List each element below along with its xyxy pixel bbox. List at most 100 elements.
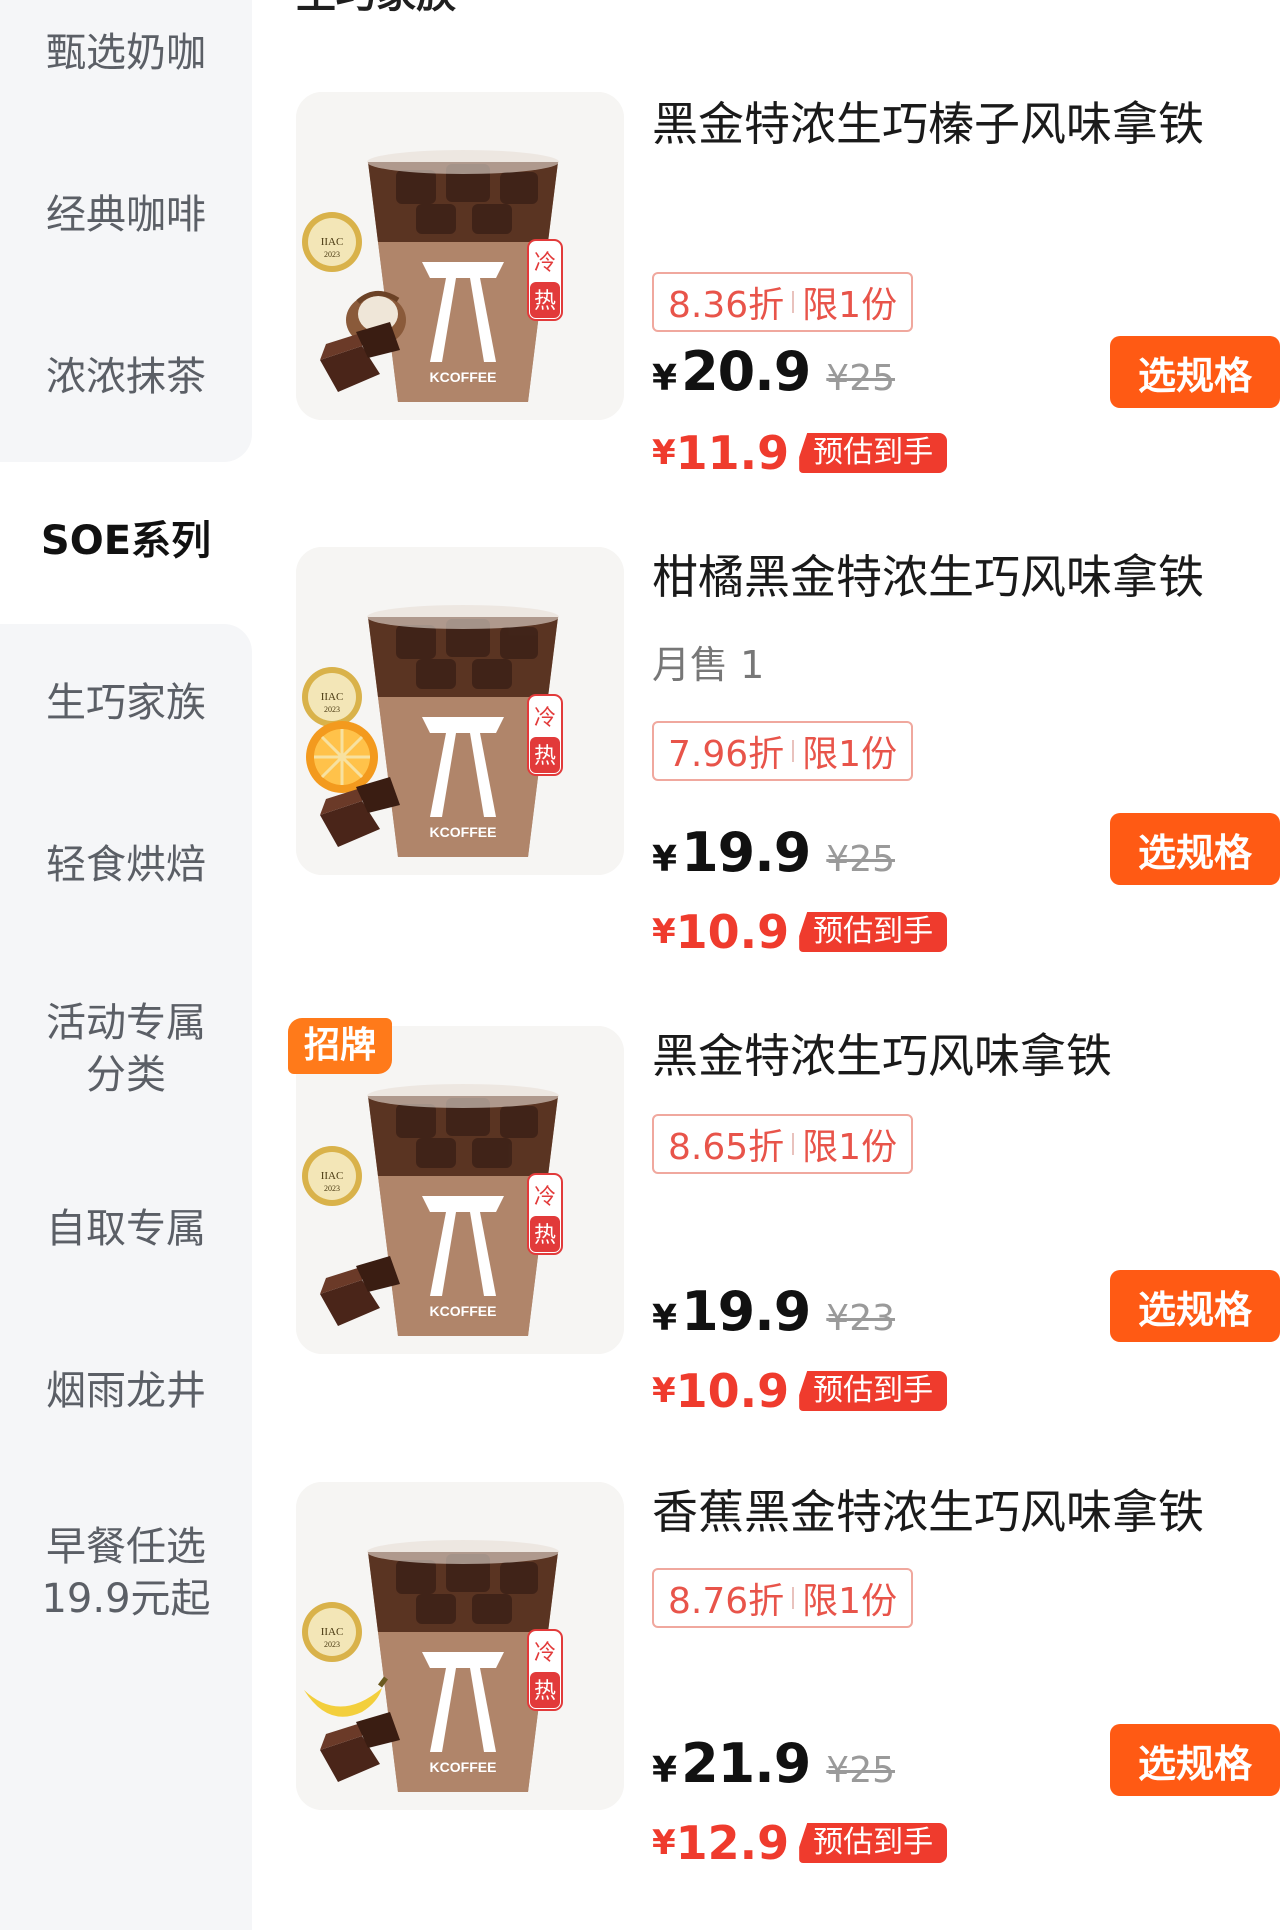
discount-limit: 限1份 <box>802 734 898 775</box>
sidebar-item-label: 早餐任选 <box>46 1524 206 1570</box>
discount-tag: 8.36折 限1份 <box>652 272 914 332</box>
estimated-label: 预估到手 <box>799 433 948 473</box>
product-name: 黑金特浓生巧榛子风味拿铁 <box>652 97 1204 151</box>
estimated-price: 12.9 <box>675 1816 790 1870</box>
product-list: 生巧家族 IIAC 2023 KCOFFEE 冷 热 黑金特浓生巧榛子风味拿铁 … <box>252 0 1280 1930</box>
medal-icon: IIAC 2023 <box>302 212 362 272</box>
current-price: 20.9 <box>681 340 811 403</box>
currency-symbol: ¥ <box>652 1371 676 1411</box>
sidebar-bg-bottom <box>0 624 252 1930</box>
product-image[interactable]: IIAC 2023 KCOFFEE 冷 热 <box>296 92 624 420</box>
estimated-label: 预估到手 <box>799 1823 948 1863</box>
original-price: ¥25 <box>826 358 896 399</box>
sidebar-item-chocolate-family[interactable]: 生巧家族 <box>0 677 252 729</box>
sidebar-item-bakery[interactable]: 轻食烘焙 <box>0 839 252 891</box>
sidebar-item-label: 活动专属 <box>46 1000 206 1046</box>
sidebar-item-soe-series[interactable]: SOE系列 <box>0 515 252 567</box>
section-title: 生巧家族 <box>296 0 456 16</box>
sidebar-item-breakfast[interactable]: 早餐任选 19.9元起 <box>0 1521 252 1625</box>
discount-limit: 限1份 <box>802 1581 898 1622</box>
discount-limit: 限1份 <box>802 1127 898 1168</box>
svg-text:冷: 冷 <box>534 251 556 276</box>
sidebar-item-label-2: 19.9元起 <box>41 1576 211 1622</box>
orange-slice-icon <box>306 721 378 793</box>
currency-symbol: ¥ <box>652 839 678 880</box>
price-row: ¥19.9 ¥23 <box>652 1280 895 1343</box>
estimated-price: 10.9 <box>675 1364 790 1418</box>
svg-text:冷: 冷 <box>534 706 556 731</box>
estimated-price-row: ¥12.9 预估到手 <box>652 1816 948 1870</box>
current-price: 19.9 <box>681 821 811 884</box>
product-card[interactable]: 招牌 IIAC 2023 KCOFFEE 冷 热 黑金特浓生巧风味拿铁 8.65… <box>288 1018 1280 1426</box>
svg-text:KCOFFEE: KCOFFEE <box>430 1303 497 1319</box>
currency-symbol: ¥ <box>652 912 676 952</box>
svg-text:热: 热 <box>534 1679 556 1704</box>
estimated-price: 10.9 <box>675 905 790 959</box>
original-price: ¥23 <box>826 1298 896 1339</box>
iced-latte-cup-image: IIAC 2023 KCOFFEE 冷 热 <box>296 1026 624 1354</box>
svg-text:IIAC: IIAC <box>321 691 344 703</box>
signature-badge: 招牌 <box>288 1018 393 1074</box>
original-price: ¥25 <box>826 839 896 880</box>
estimated-price: 11.9 <box>675 426 790 480</box>
svg-text:IIAC: IIAC <box>321 1626 344 1638</box>
discount-rate: 8.76折 <box>668 1581 785 1622</box>
currency-symbol: ¥ <box>652 1750 678 1791</box>
svg-text:2023: 2023 <box>324 1184 340 1193</box>
iced-latte-cup-image: IIAC 2023 KCOFFEE 冷 热 <box>296 547 624 875</box>
medal-icon: IIAC 2023 <box>302 1146 362 1206</box>
sidebar-item-matcha[interactable]: 浓浓抹茶 <box>0 351 252 403</box>
price-row: ¥21.9 ¥25 <box>652 1732 895 1795</box>
svg-text:2023: 2023 <box>324 1640 340 1649</box>
sidebar-item-longjing[interactable]: 烟雨龙井 <box>0 1365 252 1417</box>
original-price: ¥25 <box>826 1750 896 1791</box>
select-spec-button[interactable]: 选规格 <box>1110 813 1280 885</box>
svg-text:冷: 冷 <box>534 1185 556 1210</box>
svg-text:2023: 2023 <box>324 250 340 259</box>
sidebar-item-pickup-exclusive[interactable]: 自取专属 <box>0 1203 252 1255</box>
sidebar-item-classic-coffee[interactable]: 经典咖啡 <box>0 189 252 241</box>
svg-text:KCOFFEE: KCOFFEE <box>430 824 497 840</box>
discount-tag: 7.96折 限1份 <box>652 721 914 781</box>
currency-symbol: ¥ <box>652 1823 676 1863</box>
estimated-price-row: ¥11.9 预估到手 <box>652 426 948 480</box>
svg-text:热: 热 <box>534 744 556 769</box>
product-card[interactable]: IIAC 2023 KCOFFEE 冷 热 柑橘黑金特浓生巧风味拿铁 月售 1 … <box>296 547 1280 967</box>
product-name: 柑橘黑金特浓生巧风味拿铁 <box>652 550 1204 604</box>
estimated-label: 预估到手 <box>799 912 948 952</box>
select-spec-button[interactable]: 选规格 <box>1110 1724 1280 1796</box>
product-image[interactable]: IIAC 2023 KCOFFEE 冷 热 <box>296 1482 624 1810</box>
sidebar-item-featured-milk-coffee[interactable]: 甄选奶咖 <box>0 27 252 79</box>
currency-symbol: ¥ <box>652 1298 678 1339</box>
product-name: 香蕉黑金特浓生巧风味拿铁 <box>652 1485 1204 1539</box>
estimated-label: 预估到手 <box>799 1371 948 1411</box>
select-spec-button[interactable]: 选规格 <box>1110 1270 1280 1342</box>
svg-text:冷: 冷 <box>534 1641 556 1666</box>
discount-rate: 8.36折 <box>668 285 785 326</box>
discount-rate: 8.65折 <box>668 1127 785 1168</box>
svg-text:IIAC: IIAC <box>321 1170 344 1182</box>
product-image[interactable]: IIAC 2023 KCOFFEE 冷 热 <box>296 1026 624 1354</box>
iced-latte-cup-image: IIAC 2023 KCOFFEE 冷 热 <box>296 1482 624 1810</box>
price-row: ¥19.9 ¥25 <box>652 821 895 884</box>
current-price: 21.9 <box>681 1732 811 1795</box>
currency-symbol: ¥ <box>652 433 676 473</box>
select-spec-button[interactable]: 选规格 <box>1110 336 1280 408</box>
product-name: 黑金特浓生巧风味拿铁 <box>652 1029 1112 1083</box>
product-card[interactable]: IIAC 2023 KCOFFEE 冷 热 香蕉黑金特浓生巧风味拿铁 8.76折… <box>296 1482 1280 1902</box>
medal-icon: IIAC 2023 <box>302 667 362 727</box>
sidebar-item-event-exclusive[interactable]: 活动专属 分类 <box>0 997 252 1101</box>
svg-text:热: 热 <box>534 289 556 314</box>
current-price: 19.9 <box>681 1280 811 1343</box>
product-image[interactable]: IIAC 2023 KCOFFEE 冷 热 <box>296 547 624 875</box>
sidebar-item-label-2: 分类 <box>86 1052 166 1098</box>
price-row: ¥20.9 ¥25 <box>652 340 895 403</box>
currency-symbol: ¥ <box>652 358 678 399</box>
svg-text:热: 热 <box>534 1223 556 1248</box>
svg-text:IIAC: IIAC <box>321 236 344 248</box>
svg-text:KCOFFEE: KCOFFEE <box>430 369 497 385</box>
product-card[interactable]: IIAC 2023 KCOFFEE 冷 热 黑金特浓生巧榛子风味拿铁 8.36折… <box>296 92 1280 492</box>
svg-text:2023: 2023 <box>324 705 340 714</box>
discount-rate: 7.96折 <box>668 734 785 775</box>
monthly-sales: 月售 1 <box>652 643 765 687</box>
